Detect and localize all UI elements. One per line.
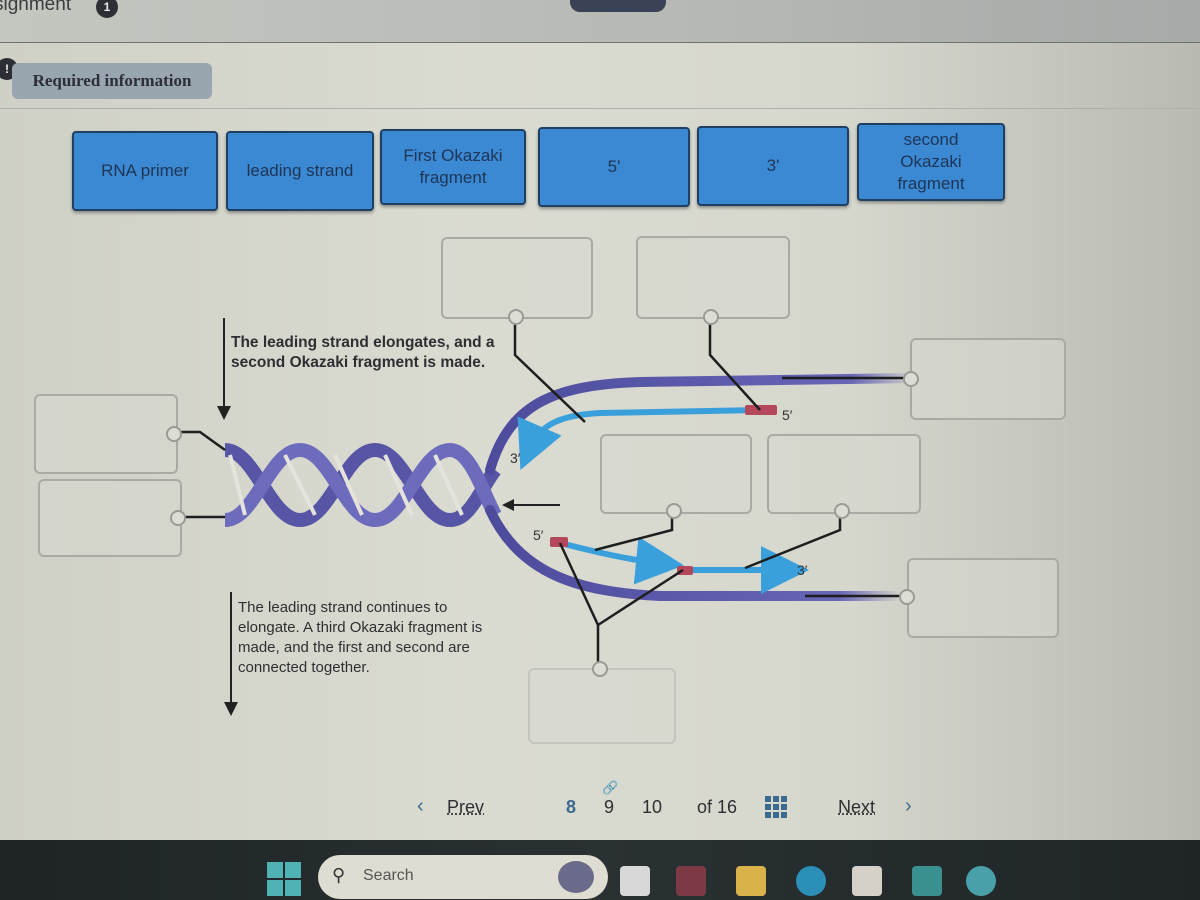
grid-view-icon[interactable] xyxy=(765,796,789,818)
drop-anchor xyxy=(508,309,524,325)
tile-label: leading strand xyxy=(246,161,354,180)
chevron-right-icon[interactable]: › xyxy=(905,795,912,818)
drop-target-4[interactable] xyxy=(34,394,178,474)
drop-anchor xyxy=(703,309,719,325)
drop-anchor xyxy=(170,510,186,526)
search-icon: ⚲ xyxy=(332,865,346,885)
drop-anchor xyxy=(899,589,915,605)
drop-anchor xyxy=(592,661,608,677)
drop-target-2[interactable] xyxy=(636,236,790,319)
search-highlight-icon xyxy=(558,861,594,893)
drop-anchor xyxy=(834,503,850,519)
pagination: ‹ Prev 8 🔗 9 10 of 16 Next › xyxy=(0,780,1200,827)
file-explorer-icon[interactable] xyxy=(736,866,766,896)
tile-label: RNA primer xyxy=(101,161,189,180)
primer-lagging-2 xyxy=(677,566,693,575)
chevron-left-icon[interactable]: ‹ xyxy=(417,795,424,818)
top-tab[interactable] xyxy=(570,0,666,12)
drop-target-8[interactable] xyxy=(907,558,1059,638)
assignment-title: signment xyxy=(0,0,72,15)
caption-step-3: The leading strand continues to elongate… xyxy=(238,599,483,676)
page-10[interactable]: 10 xyxy=(642,797,662,818)
required-information-button[interactable]: Required information xyxy=(12,63,212,99)
app-icon[interactable] xyxy=(912,866,942,896)
caption-step-2: The leading strand elongates, and a seco… xyxy=(231,334,495,371)
tile-rna-primer[interactable]: RNA primer xyxy=(72,131,218,211)
task-view-icon[interactable] xyxy=(620,866,650,896)
down-arrow-icon xyxy=(224,592,238,716)
search-placeholder: Search xyxy=(363,867,414,884)
drop-target-6[interactable] xyxy=(600,434,752,514)
drop-target-5[interactable] xyxy=(38,479,182,557)
tile-label: 3' xyxy=(766,156,780,175)
label-upper-3prime: 3′ xyxy=(510,450,521,466)
page-total: of 16 xyxy=(697,797,738,817)
tile-label: second Okazaki fragment xyxy=(897,130,965,193)
label-lower-3prime: 3′ xyxy=(797,562,808,578)
drop-anchor xyxy=(166,426,182,442)
drop-anchor xyxy=(903,371,919,387)
edge-browser-icon[interactable] xyxy=(796,866,826,896)
divider xyxy=(0,108,1200,109)
mcafee-icon[interactable] xyxy=(676,866,706,896)
tile-label: First Okazaki fragment xyxy=(403,146,503,187)
assignment-count-badge: 1 xyxy=(96,0,118,18)
down-arrow-icon xyxy=(217,318,231,420)
tile-second-okazaki-fragment[interactable]: second Okazaki fragment xyxy=(857,123,1005,201)
page-9[interactable]: 9 xyxy=(604,797,614,818)
double-helix xyxy=(223,442,502,528)
drop-target-3[interactable] xyxy=(910,338,1066,420)
tile-five-prime[interactable]: 5' xyxy=(538,127,690,207)
tile-label: 5' xyxy=(607,157,621,176)
tile-leading-strand[interactable]: leading strand xyxy=(226,131,374,211)
lower-parental-strand xyxy=(485,505,905,601)
drop-target-7[interactable] xyxy=(767,434,921,514)
link-icon: 🔗 xyxy=(602,780,619,795)
tile-three-prime[interactable]: 3' xyxy=(697,126,849,206)
prev-button[interactable]: Prev xyxy=(447,797,484,818)
label-upper-5prime: 5′ xyxy=(782,407,793,423)
drop-target-9[interactable] xyxy=(528,668,676,744)
primer-upper xyxy=(745,405,777,415)
store-icon[interactable] xyxy=(852,866,882,896)
tile-first-okazaki-fragment[interactable]: First Okazaki fragment xyxy=(380,129,526,205)
label-lower-5prime: 5′ xyxy=(533,527,544,543)
windows-start-icon[interactable] xyxy=(267,862,301,896)
taskbar-search-input[interactable]: ⚲ Search xyxy=(318,855,608,899)
page-8[interactable]: 8 xyxy=(566,797,576,818)
help-app-icon[interactable] xyxy=(966,866,996,896)
drop-anchor xyxy=(666,503,682,519)
primer-lagging-1 xyxy=(550,537,568,547)
okazaki-fragment-1 xyxy=(559,536,684,585)
assignment-header: signment 1 xyxy=(0,0,1200,43)
drop-target-1[interactable] xyxy=(441,237,593,319)
next-button[interactable]: Next xyxy=(838,797,875,818)
